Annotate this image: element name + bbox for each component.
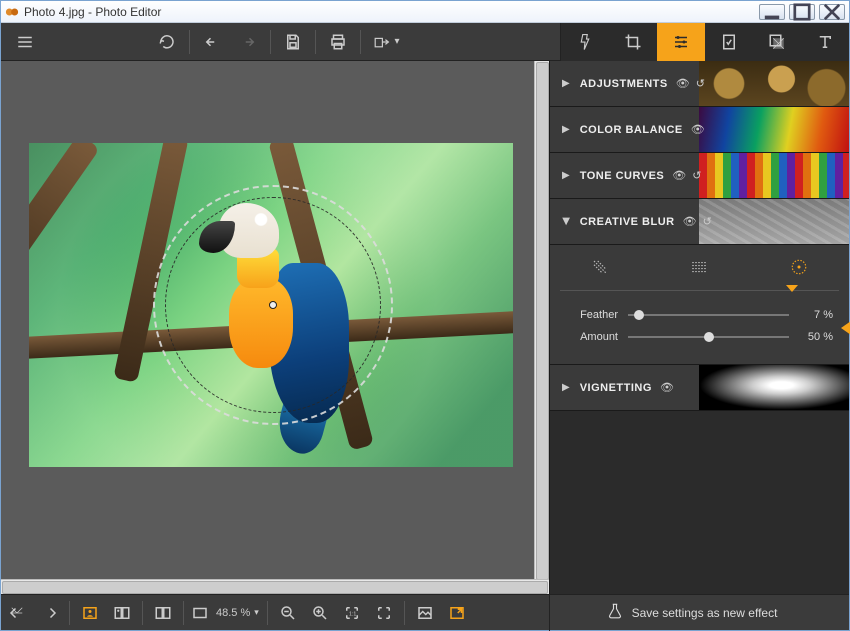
right-panel: ▶ ADJUSTMENTS 👁 ↺ ▶ COLOR BALANCE 👁 ▶ TON…: [549, 61, 849, 594]
chevron-right-icon: ▶: [562, 124, 570, 135]
eye-icon[interactable]: 👁: [691, 123, 705, 136]
redo-icon[interactable]: [230, 23, 266, 61]
undo-all-icon[interactable]: [149, 23, 185, 61]
slider-amount-track[interactable]: [628, 330, 789, 344]
tab-text[interactable]: [801, 23, 849, 61]
panel-label: TONE CURVES: [580, 170, 665, 182]
panel-label: VIGNETTING: [580, 382, 652, 394]
zoom-indicator-icon: [188, 595, 212, 631]
slider-label: Feather: [566, 309, 618, 321]
panel-label: CREATIVE BLUR: [580, 216, 675, 228]
tab-textures[interactable]: [753, 23, 801, 61]
tab-crop[interactable]: [609, 23, 657, 61]
panel-label: COLOR BALANCE: [580, 124, 683, 136]
split-view-icon[interactable]: [147, 595, 179, 631]
eye-icon[interactable]: 👁: [676, 77, 690, 90]
hamburger-menu-icon[interactable]: [1, 23, 49, 61]
zoom-in-icon[interactable]: [304, 595, 336, 631]
minimize-button[interactable]: [759, 4, 785, 20]
blur-mode-linear[interactable]: [654, 245, 744, 289]
slider-value: 50 %: [797, 331, 833, 343]
slider-amount: Amount 50 %: [550, 326, 849, 348]
chevron-down-icon: ▶: [560, 218, 571, 226]
blur-selection-center[interactable]: [269, 301, 277, 309]
editor-body: ▶ ADJUSTMENTS 👁 ↺ ▶ COLOR BALANCE 👁 ▶ TON…: [1, 61, 849, 594]
blur-mode-radial[interactable]: [754, 245, 844, 289]
panel-color-balance[interactable]: ▶ COLOR BALANCE 👁: [550, 107, 849, 153]
zoom-fit-icon[interactable]: [368, 595, 400, 631]
reset-icon[interactable]: ↺: [696, 77, 705, 90]
panel-label: ADJUSTMENTS: [580, 78, 668, 90]
flask-icon: [606, 602, 624, 623]
tab-effects[interactable]: [561, 23, 609, 61]
zoom-out-icon[interactable]: [272, 595, 304, 631]
panel-preview: [699, 365, 849, 410]
chevron-right-icon: ▶: [562, 170, 570, 181]
top-toolbar: ▾: [1, 23, 849, 61]
right-tool-tabs: [560, 23, 849, 61]
fullscreen-icon[interactable]: [441, 595, 473, 631]
reset-icon[interactable]: ↺: [692, 169, 701, 182]
divider: [315, 30, 316, 54]
maximize-button[interactable]: [789, 4, 815, 20]
undo-icon[interactable]: [194, 23, 230, 61]
divider: [270, 30, 271, 54]
panel-creative-blur[interactable]: ▶ CREATIVE BLUR 👁 ↺: [550, 199, 849, 245]
photo-preview[interactable]: [29, 143, 513, 467]
save-icon[interactable]: [275, 23, 311, 61]
blur-mode-tilt-shift[interactable]: [555, 245, 645, 289]
zoom-value[interactable]: 48.5 %▾: [212, 607, 263, 619]
close-button[interactable]: [819, 4, 845, 20]
bottom-toolbar: 48.5 %▾ 1:1 Save settings as new effect: [1, 594, 849, 630]
next-image-icon[interactable]: [33, 595, 65, 631]
panel-preview: [699, 199, 849, 244]
panel-preview: [699, 107, 849, 152]
eye-icon[interactable]: 👁: [660, 381, 674, 394]
tab-retouch[interactable]: [705, 23, 753, 61]
slider-feather: Feather 7 %: [550, 304, 849, 326]
save-as-effect-label: Save settings as new effect: [632, 606, 778, 620]
panel-preview: [699, 61, 849, 106]
divider: [360, 30, 361, 54]
background-toggle-icon[interactable]: [409, 595, 441, 631]
app-icon: [5, 5, 19, 19]
titlebar: Photo 4.jpg - Photo Editor: [1, 1, 849, 23]
save-as-effect-button[interactable]: Save settings as new effect: [549, 595, 849, 631]
divider: [189, 30, 190, 54]
slider-label: Amount: [566, 331, 618, 343]
eye-icon[interactable]: 👁: [672, 169, 686, 182]
collapse-panel-icon[interactable]: [841, 321, 850, 335]
compare-view-icon[interactable]: [106, 595, 138, 631]
panel-tone-curves[interactable]: ▶ TONE CURVES 👁 ↺: [550, 153, 849, 199]
slider-feather-track[interactable]: [628, 308, 789, 322]
panel-vignetting[interactable]: ▶ VIGNETTING 👁: [550, 365, 849, 411]
eye-icon[interactable]: 👁: [683, 215, 697, 228]
tab-adjust[interactable]: [657, 23, 705, 61]
single-view-icon[interactable]: [74, 595, 106, 631]
creative-blur-body: Feather 7 % Amount 50 %: [550, 245, 849, 365]
zoom-100-icon[interactable]: 1:1: [336, 595, 368, 631]
prev-image-icon[interactable]: [1, 595, 33, 631]
export-icon[interactable]: ▾: [365, 23, 409, 61]
panel-preview: [699, 153, 849, 198]
svg-text:1:1: 1:1: [349, 611, 356, 617]
canvas-area[interactable]: [1, 61, 549, 594]
panel-adjustments[interactable]: ▶ ADJUSTMENTS 👁 ↺: [550, 61, 849, 107]
vertical-scrollbar[interactable]: [534, 61, 549, 579]
print-icon[interactable]: [320, 23, 356, 61]
slider-value: 7 %: [797, 309, 833, 321]
horizontal-scrollbar[interactable]: [1, 579, 549, 594]
reset-icon[interactable]: ↺: [703, 215, 712, 228]
chevron-right-icon: ▶: [562, 382, 570, 393]
chevron-right-icon: ▶: [562, 78, 570, 89]
window-title: Photo 4.jpg - Photo Editor: [24, 5, 755, 19]
